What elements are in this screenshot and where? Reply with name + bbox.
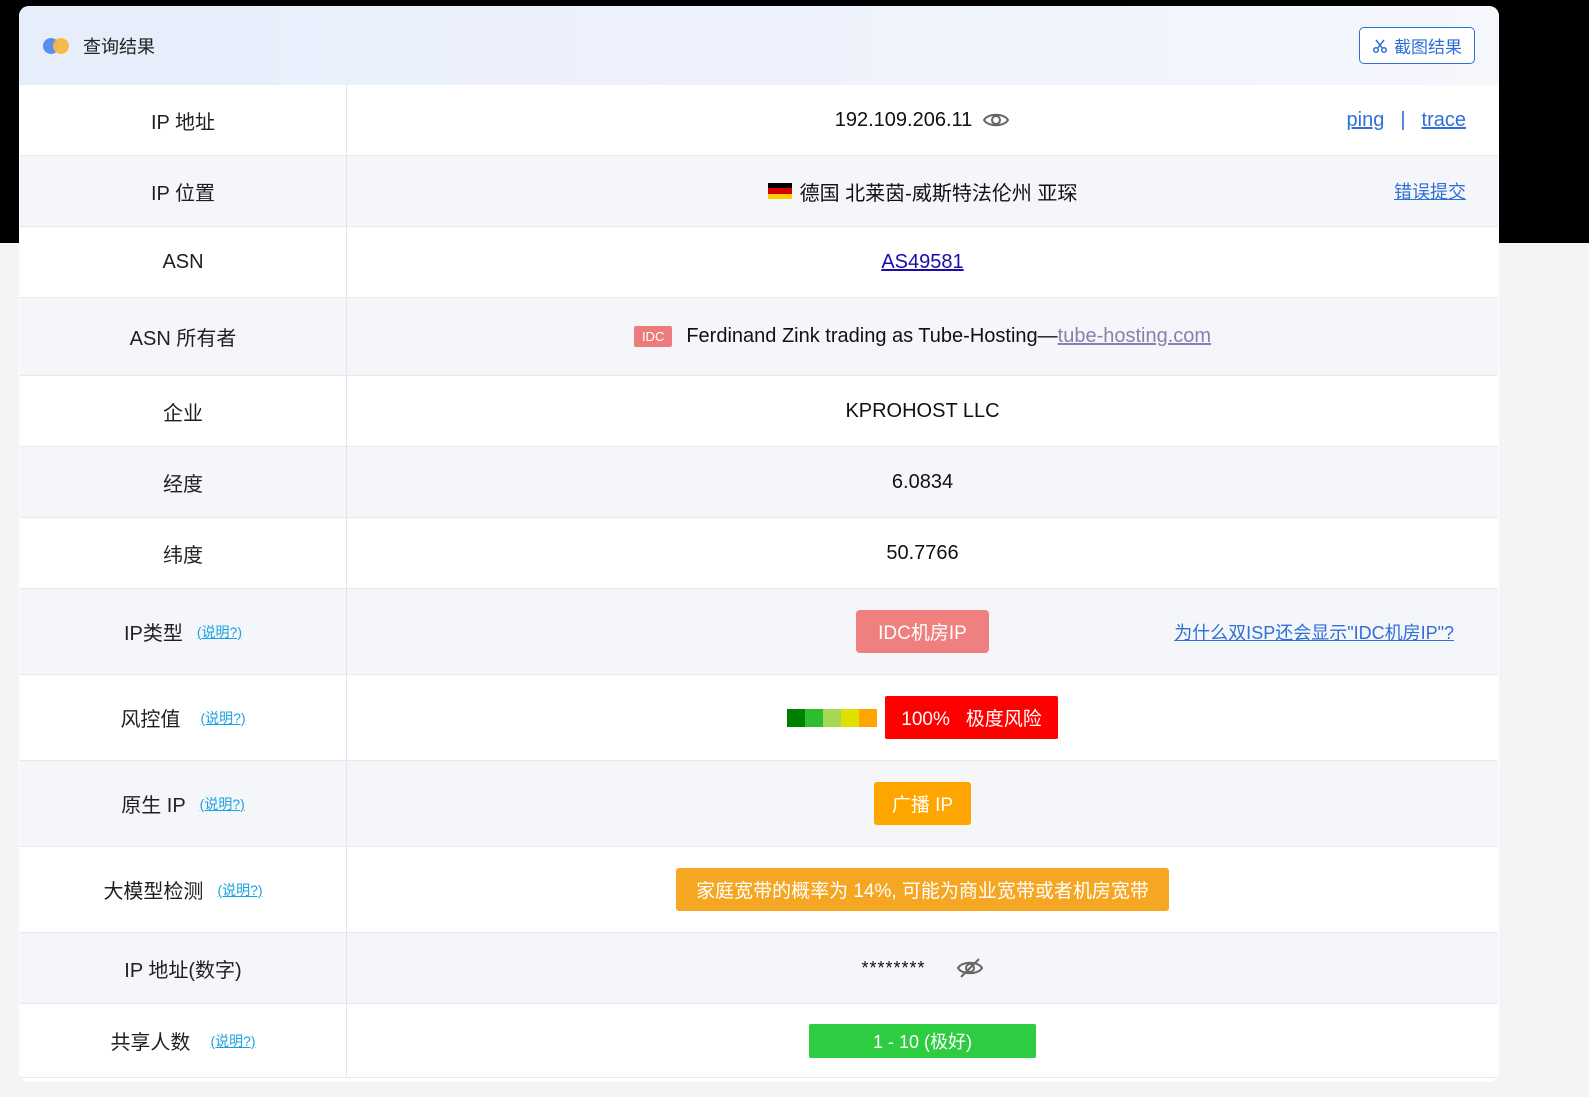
row-ip-address: IP 地址 192.109.206.11 ping | trace	[20, 85, 1498, 156]
ip-type-badge: IDC机房IP	[856, 610, 989, 653]
risk-badge: 100% 极度风险	[885, 696, 1058, 739]
link-separator: |	[1400, 108, 1406, 131]
header-left: 查询结果	[43, 33, 155, 59]
risk-scale-bar	[787, 708, 878, 727]
eye-icon[interactable]	[982, 110, 1010, 130]
value-risk-cell: 100% 极度风险	[347, 675, 1498, 760]
shared-users-badge: 1 - 10 (极好)	[808, 1023, 1037, 1058]
scissors-icon	[1372, 39, 1388, 53]
row-asn-owner: ASN 所有者 IDC Ferdinand Zink trading as Tu…	[20, 298, 1498, 376]
value-ip-location-cell: 德国 北莱茵-威斯特法伦州 亚琛 错误提交	[347, 156, 1498, 226]
row-longitude: 经度 6.0834	[20, 447, 1498, 518]
label-asn: ASN	[20, 227, 347, 297]
result-card: 查询结果 截图结果 IP 地址 192.109.206.11 ping | tr…	[19, 6, 1499, 1082]
longitude-value: 6.0834	[891, 470, 954, 493]
value-ip-type-cell: IDC机房IP 为什么双ISP还会显示"IDC机房IP"?	[347, 589, 1498, 674]
ip-numeric-masked-value: ********	[861, 957, 926, 978]
card-header: 查询结果 截图结果	[19, 6, 1499, 85]
row-company: 企业 KPROHOST LLC	[20, 376, 1498, 447]
label-native-ip: 原生 IP	[121, 795, 186, 817]
label-llm: 大模型检测	[103, 881, 204, 903]
ip-address-value: 192.109.206.11	[834, 108, 973, 131]
label-ip-type: IP类型	[123, 623, 183, 645]
risk-scale-segment	[787, 708, 806, 727]
label-ip-location: IP 位置	[20, 156, 347, 226]
value-ip-numeric-cell: ********	[347, 933, 1498, 1003]
row-native-ip: 原生 IP (说明?) 广播 IP	[20, 761, 1498, 847]
eye-off-icon[interactable]	[956, 957, 984, 979]
why-dual-isp-link[interactable]: 为什么双ISP还会显示"IDC机房IP"?	[1174, 589, 1454, 674]
risk-scale-segment	[841, 708, 860, 727]
label-company: 企业	[20, 376, 347, 446]
row-llm-detection: 大模型检测 (说明?) 家庭宽带的概率为 14%, 可能为商业宽带或者机房宽带	[20, 847, 1498, 933]
header-title: 查询结果	[83, 36, 155, 57]
value-ip-address-cell: 192.109.206.11 ping | trace	[347, 85, 1498, 155]
row-ip-type: IP类型 (说明?) IDC机房IP 为什么双ISP还会显示"IDC机房IP"?	[20, 589, 1498, 675]
value-asn-cell: AS49581	[347, 227, 1498, 297]
risk-scale-segment	[805, 708, 824, 727]
label-risk: 风控值	[120, 709, 181, 731]
label-latitude: 纬度	[20, 518, 347, 588]
label-shared-cell: 共享人数 (说明?)	[20, 1004, 347, 1077]
llm-badge: 家庭宽带的概率为 14%, 可能为商业宽带或者机房宽带	[676, 868, 1169, 911]
ip-type-explain-link[interactable]: (说明?)	[197, 622, 242, 642]
germany-flag-icon	[767, 183, 792, 199]
row-risk: 风控值 (说明?) 100% 极度风险	[20, 675, 1498, 761]
label-ip-address: IP 地址	[20, 85, 347, 155]
asn-owner-value: Ferdinand Zink trading as Tube-Hosting—	[686, 325, 1058, 347]
idc-tag: IDC	[633, 326, 673, 347]
report-link-wrap: 错误提交	[1394, 156, 1466, 226]
label-ip-type-cell: IP类型 (说明?)	[20, 589, 347, 674]
value-llm-cell: 家庭宽带的概率为 14%, 可能为商业宽带或者机房宽带	[347, 847, 1498, 932]
value-native-ip-cell: 广播 IP	[347, 761, 1498, 846]
row-shared-users: 共享人数 (说明?) 1 - 10 (极好)	[20, 1004, 1498, 1078]
row-latitude: 纬度 50.7766	[20, 518, 1498, 589]
row-asn: ASN AS49581	[20, 227, 1498, 298]
screenshot-button[interactable]: 截图结果	[1359, 27, 1475, 64]
label-shared: 共享人数	[110, 1032, 191, 1054]
label-llm-cell: 大模型检测 (说明?)	[20, 847, 347, 932]
row-ip-location: IP 位置 德国 北莱茵-威斯特法伦州 亚琛 错误提交	[20, 156, 1498, 227]
risk-explain-link[interactable]: (说明?)	[200, 708, 245, 728]
value-shared-cell: 1 - 10 (极好)	[347, 1004, 1498, 1077]
ip-location-value: 德国 北莱茵-威斯特法伦州 亚琛	[799, 182, 1078, 205]
latitude-value: 50.7766	[886, 541, 959, 564]
label-risk-cell: 风控值 (说明?)	[20, 675, 347, 760]
label-asn-owner: ASN 所有者	[20, 298, 347, 375]
company-value: KPROHOST LLC	[845, 399, 1000, 422]
native-ip-badge: 广播 IP	[873, 782, 972, 825]
label-longitude: 经度	[20, 447, 347, 517]
native-ip-explain-link[interactable]: (说明?)	[200, 794, 245, 814]
llm-explain-link[interactable]: (说明?)	[217, 880, 262, 900]
owner-site-link[interactable]: tube-hosting.com	[1058, 325, 1211, 348]
value-asn-owner-cell: IDC Ferdinand Zink trading as Tube-Hosti…	[347, 298, 1498, 375]
trace-link[interactable]: trace	[1422, 109, 1466, 132]
label-native-ip-cell: 原生 IP (说明?)	[20, 761, 347, 846]
logo-dots-icon	[43, 37, 71, 55]
row-ip-numeric: IP 地址(数字) ********	[20, 933, 1498, 1004]
result-table: IP 地址 192.109.206.11 ping | trace IP 位置	[19, 85, 1499, 1078]
shared-explain-link[interactable]: (说明?)	[210, 1031, 255, 1051]
label-ip-numeric: IP 地址(数字)	[20, 933, 347, 1003]
report-error-link[interactable]: 错误提交	[1394, 178, 1466, 204]
ping-link[interactable]: ping	[1347, 109, 1385, 132]
ip-tools-links: ping | trace	[1347, 85, 1466, 155]
risk-scale-segment	[859, 708, 878, 727]
screenshot-button-label: 截图结果	[1394, 38, 1462, 57]
asn-link[interactable]: AS49581	[881, 251, 963, 274]
risk-scale-segment	[823, 708, 842, 727]
